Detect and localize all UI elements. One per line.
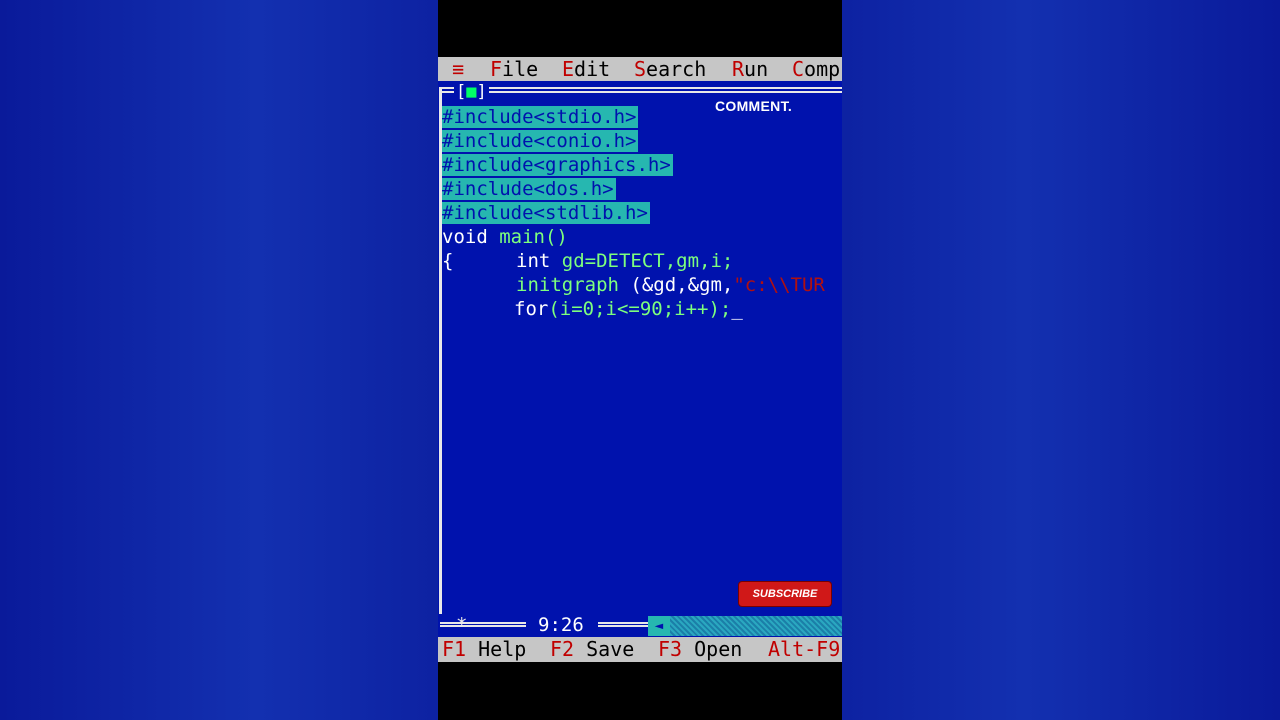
menu-bar: ≡ File Edit Search Run Comp (438, 57, 842, 81)
function-main: main() (499, 226, 568, 248)
code-line-5[interactable]: #include<stdlib.h> (442, 202, 650, 224)
menu-compile[interactable]: Comp (792, 57, 840, 81)
code-line-1[interactable]: #include<stdio.h> (442, 106, 639, 128)
f1-key: F1 (442, 637, 467, 661)
menu-search[interactable]: Search (634, 57, 706, 81)
editor-window[interactable]: [■] COMMENT. #include<stdio.h> #include<… (438, 81, 842, 637)
code-line-4[interactable]: #include<dos.h> (442, 178, 616, 200)
close-box-icon: ■ (466, 82, 477, 102)
declaration-vars: gd=DETECT,gm,i; (561, 250, 734, 272)
f1-label: Help (478, 637, 527, 661)
f1-help[interactable]: F1 Help (442, 637, 526, 662)
initgraph-args: (&gd,&gm, (630, 274, 734, 296)
cursor-position: 9:26 (538, 614, 584, 636)
menu-edit[interactable]: Edit (562, 57, 610, 81)
function-initgraph: initgraph (516, 274, 631, 296)
selected-text: #include<graphics.h> (442, 154, 673, 176)
open-brace: { (442, 250, 454, 272)
menu-edit-hotkey: E (562, 57, 575, 81)
menu-edit-label: dit (574, 57, 611, 81)
menu-run[interactable]: Run (732, 57, 768, 81)
code-line-7[interactable]: { int gd=DETECT,gm,i; (442, 250, 733, 272)
f2-label: Save (586, 637, 635, 661)
menu-file-label: ile (502, 57, 539, 81)
function-key-bar: F1 Help F2 Save F3 Open Alt-F9 (438, 637, 842, 662)
menu-search-label: earch (646, 57, 707, 81)
system-menu-icon[interactable]: ≡ (452, 57, 464, 81)
f2-save[interactable]: F2 Save (550, 637, 634, 662)
code-line-6[interactable]: void main() (442, 226, 568, 248)
menu-compile-label: omp (804, 57, 841, 81)
f3-key: F3 (658, 637, 683, 661)
menu-run-hotkey: R (732, 57, 745, 81)
for-loop: for(i=0;i<=90;i++);_ (514, 298, 743, 320)
text-cursor: _ (731, 298, 743, 320)
selected-text: #include<conio.h> (442, 130, 639, 152)
menu-file[interactable]: File (490, 57, 538, 81)
menu-search-hotkey: S (634, 57, 647, 81)
menu-file-hotkey: F (490, 57, 503, 81)
comment-caption: COMMENT. (715, 98, 793, 114)
scroll-left-arrow-icon[interactable]: ◄ (648, 616, 670, 636)
menu-compile-hotkey: C (792, 57, 805, 81)
modified-marker: * (456, 614, 468, 636)
selected-text: #include<stdlib.h> (442, 202, 650, 224)
for-loop-expr: (i=0;i<=90;i++); (548, 298, 732, 320)
declaration: int gd=DETECT,gm,i; (516, 250, 733, 272)
f2-key: F2 (550, 637, 575, 661)
status-left-border (440, 622, 526, 627)
close-bracket-right: ] (476, 82, 487, 102)
status-mid-border (598, 622, 648, 627)
close-bracket-left: [ (456, 82, 467, 102)
video-frame: ≡ File Edit Search Run Comp [■] COMMENT.… (438, 0, 842, 720)
initgraph-call: initgraph (&gd,&gm,"c:\\TUR (516, 274, 825, 296)
keyword-for: for (514, 298, 549, 320)
keyword-int: int (516, 250, 562, 272)
alt-f9-key[interactable]: Alt-F9 (768, 637, 840, 662)
f3-label: Open (694, 637, 743, 661)
horizontal-scrollbar[interactable]: ◄ (648, 616, 842, 636)
selected-text: #include<dos.h> (442, 178, 616, 200)
code-line-2[interactable]: #include<conio.h> (442, 130, 639, 152)
window-close-button[interactable]: [■] (454, 83, 489, 101)
code-line-3[interactable]: #include<graphics.h> (442, 154, 673, 176)
keyword-void: void (442, 226, 500, 248)
selected-text: #include<stdio.h> (442, 106, 639, 128)
subscribe-button[interactable]: SUBSCRIBE (739, 582, 831, 606)
f3-open[interactable]: F3 Open (658, 637, 742, 662)
menu-run-label: un (744, 57, 769, 81)
editor-status-line: * 9:26 ◄ (438, 614, 842, 636)
window-top-border (440, 87, 842, 93)
string-literal: "c:\\TUR (733, 274, 825, 296)
